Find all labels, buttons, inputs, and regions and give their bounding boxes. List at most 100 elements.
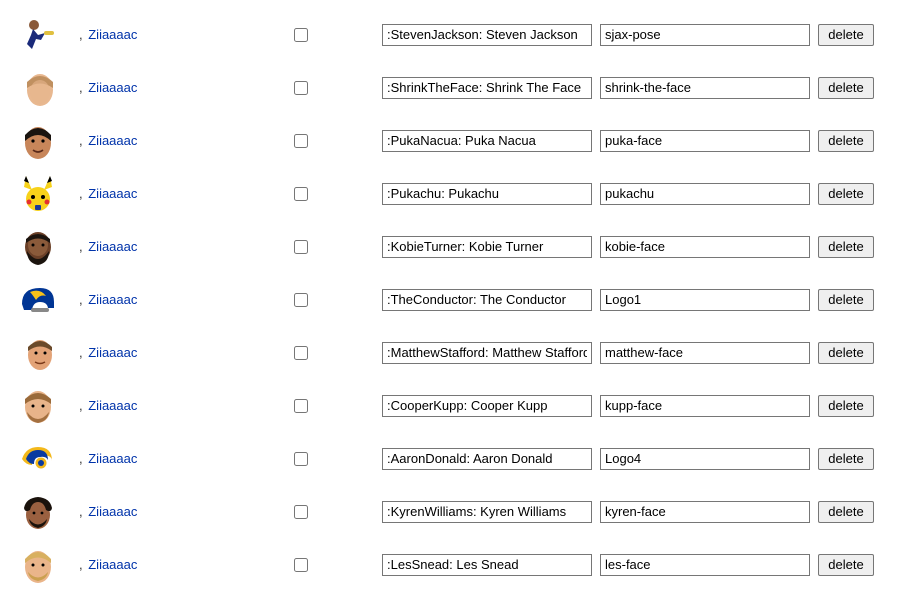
delete-button[interactable]: delete [818,448,874,470]
description-cell [382,395,592,417]
delete-cell: delete [818,395,888,417]
code-input[interactable] [600,395,810,417]
avatar-icon-football-player-run [18,15,58,55]
row-checkbox[interactable] [294,399,308,413]
table-row: , Ziiaaaac delete [18,379,899,432]
row-checkbox[interactable] [294,558,308,572]
username-link[interactable]: Ziiaaaac [88,27,137,42]
username-link[interactable]: Ziiaaaac [88,80,137,95]
delete-button[interactable]: delete [818,130,874,152]
avatar-cell [18,439,68,479]
delete-button[interactable]: delete [818,77,874,99]
username-link[interactable]: Ziiaaaac [88,186,137,201]
delete-button[interactable]: delete [818,395,874,417]
delete-button[interactable]: delete [818,236,874,258]
separator: , [79,398,86,413]
table-row: , Ziiaaaac delete [18,220,899,273]
description-input[interactable] [382,77,592,99]
code-input[interactable] [600,236,810,258]
username-cell: , Ziiaaaac [76,239,286,254]
username-link[interactable]: Ziiaaaac [88,133,137,148]
checkbox-cell [294,134,374,148]
code-input[interactable] [600,130,810,152]
separator: , [79,239,86,254]
separator: , [79,557,86,572]
code-input[interactable] [600,342,810,364]
description-cell [382,501,592,523]
code-input[interactable] [600,289,810,311]
delete-button[interactable]: delete [818,24,874,46]
code-input[interactable] [600,554,810,576]
description-input[interactable] [382,183,592,205]
code-input[interactable] [600,77,810,99]
avatar-cell [18,121,68,161]
description-input[interactable] [382,24,592,46]
description-input[interactable] [382,395,592,417]
username-link[interactable]: Ziiaaaac [88,239,137,254]
separator: , [79,186,86,201]
code-cell [600,130,810,152]
row-checkbox[interactable] [294,293,308,307]
description-input[interactable] [382,448,592,470]
checkbox-cell [294,81,374,95]
description-input[interactable] [382,554,592,576]
row-checkbox[interactable] [294,240,308,254]
description-input[interactable] [382,501,592,523]
avatar-icon-short-hair-face-r [18,333,58,373]
description-input[interactable] [382,342,592,364]
description-cell [382,77,592,99]
separator: , [79,451,86,466]
code-input[interactable] [600,448,810,470]
row-checkbox[interactable] [294,452,308,466]
username-link[interactable]: Ziiaaaac [88,504,137,519]
username-link[interactable]: Ziiaaaac [88,398,137,413]
avatar-icon-pikachu [18,174,58,214]
delete-cell: delete [818,289,888,311]
table-row: , Ziiaaaac delete [18,326,899,379]
row-checkbox[interactable] [294,81,308,95]
table-row: , Ziiaaaac delete [18,167,899,220]
avatar-cell [18,15,68,55]
delete-button[interactable]: delete [818,289,874,311]
description-cell [382,554,592,576]
row-checkbox[interactable] [294,28,308,42]
avatar-icon-blonde-face [18,545,58,585]
delete-cell: delete [818,342,888,364]
delete-button[interactable]: delete [818,342,874,364]
description-input[interactable] [382,130,592,152]
row-checkbox[interactable] [294,134,308,148]
username-cell: , Ziiaaaac [76,292,286,307]
row-checkbox[interactable] [294,505,308,519]
delete-cell: delete [818,236,888,258]
username-cell: , Ziiaaaac [76,557,286,572]
delete-cell: delete [818,501,888,523]
username-link[interactable]: Ziiaaaac [88,345,137,360]
username-link[interactable]: Ziiaaaac [88,292,137,307]
delete-button[interactable]: delete [818,183,874,205]
code-input[interactable] [600,24,810,46]
checkbox-cell [294,346,374,360]
row-checkbox[interactable] [294,346,308,360]
description-input[interactable] [382,289,592,311]
avatar-icon-rams-logo-horns [18,439,58,479]
code-cell [600,24,810,46]
avatar-cell [18,386,68,426]
delete-button[interactable]: delete [818,501,874,523]
delete-button[interactable]: delete [818,554,874,576]
username-cell: , Ziiaaaac [76,451,286,466]
description-cell [382,183,592,205]
separator: , [79,504,86,519]
separator: , [79,345,86,360]
table-row: , Ziiaaaacdelete [18,114,899,167]
username-link[interactable]: Ziiaaaac [88,451,137,466]
code-input[interactable] [600,501,810,523]
code-cell [600,77,810,99]
delete-cell: delete [818,554,888,576]
description-input[interactable] [382,236,592,258]
table-row: , Ziiaaaac delete [18,538,899,591]
code-input[interactable] [600,183,810,205]
username-cell: , Ziiaaaac [76,345,286,360]
delete-cell: delete [818,183,888,205]
username-link[interactable]: Ziiaaaac [88,557,137,572]
row-checkbox[interactable] [294,187,308,201]
